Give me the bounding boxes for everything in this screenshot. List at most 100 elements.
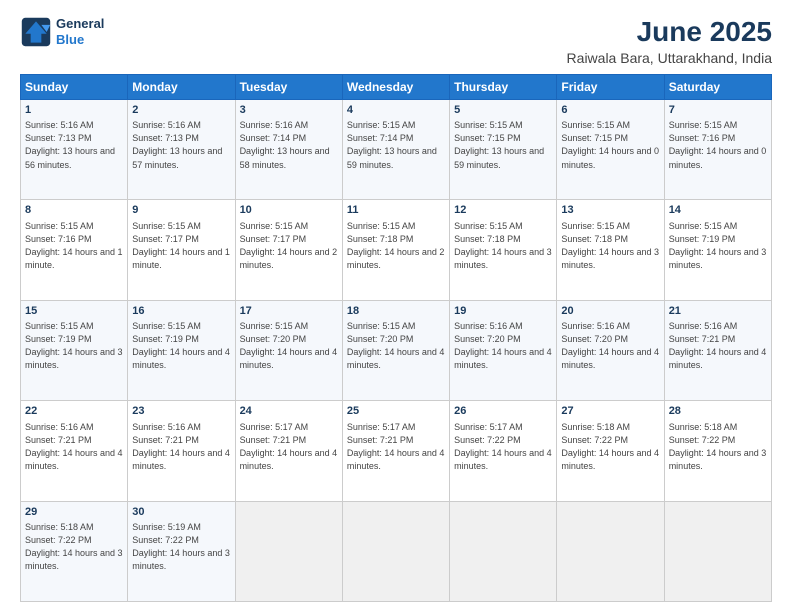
logo: General Blue — [20, 16, 104, 48]
day-cell: 11Sunrise: 5:15 AMSunset: 7:18 PMDayligh… — [342, 200, 449, 300]
column-header-tuesday: Tuesday — [235, 75, 342, 100]
day-number: 16 — [132, 304, 230, 319]
day-number: 28 — [669, 404, 767, 419]
day-cell: 5Sunrise: 5:15 AMSunset: 7:15 PMDaylight… — [450, 100, 557, 200]
day-info: Sunrise: 5:15 AMSunset: 7:20 PMDaylight:… — [347, 320, 445, 372]
column-header-saturday: Saturday — [664, 75, 771, 100]
day-cell: 29Sunrise: 5:18 AMSunset: 7:22 PMDayligh… — [21, 501, 128, 601]
column-header-thursday: Thursday — [450, 75, 557, 100]
day-cell: 6Sunrise: 5:15 AMSunset: 7:15 PMDaylight… — [557, 100, 664, 200]
day-number: 29 — [25, 505, 123, 520]
calendar-header-row: SundayMondayTuesdayWednesdayThursdayFrid… — [21, 75, 772, 100]
day-number: 19 — [454, 304, 552, 319]
column-header-sunday: Sunday — [21, 75, 128, 100]
day-info: Sunrise: 5:15 AMSunset: 7:18 PMDaylight:… — [347, 220, 445, 272]
week-row-2: 15Sunrise: 5:15 AMSunset: 7:19 PMDayligh… — [21, 300, 772, 400]
day-cell: 17Sunrise: 5:15 AMSunset: 7:20 PMDayligh… — [235, 300, 342, 400]
day-info: Sunrise: 5:15 AMSunset: 7:17 PMDaylight:… — [132, 220, 230, 272]
day-number: 17 — [240, 304, 338, 319]
day-number: 25 — [347, 404, 445, 419]
day-number: 30 — [132, 505, 230, 520]
day-info: Sunrise: 5:16 AMSunset: 7:13 PMDaylight:… — [25, 119, 123, 171]
day-number: 14 — [669, 203, 767, 218]
day-cell: 4Sunrise: 5:15 AMSunset: 7:14 PMDaylight… — [342, 100, 449, 200]
day-number: 5 — [454, 103, 552, 118]
day-info: Sunrise: 5:15 AMSunset: 7:19 PMDaylight:… — [669, 220, 767, 272]
day-number: 21 — [669, 304, 767, 319]
day-info: Sunrise: 5:15 AMSunset: 7:16 PMDaylight:… — [669, 119, 767, 171]
day-info: Sunrise: 5:15 AMSunset: 7:17 PMDaylight:… — [240, 220, 338, 272]
day-number: 4 — [347, 103, 445, 118]
day-number: 3 — [240, 103, 338, 118]
day-info: Sunrise: 5:16 AMSunset: 7:21 PMDaylight:… — [669, 320, 767, 372]
day-info: Sunrise: 5:18 AMSunset: 7:22 PMDaylight:… — [25, 521, 123, 573]
column-header-monday: Monday — [128, 75, 235, 100]
day-cell: 3Sunrise: 5:16 AMSunset: 7:14 PMDaylight… — [235, 100, 342, 200]
day-number: 2 — [132, 103, 230, 118]
day-cell: 23Sunrise: 5:16 AMSunset: 7:21 PMDayligh… — [128, 401, 235, 501]
day-info: Sunrise: 5:16 AMSunset: 7:20 PMDaylight:… — [561, 320, 659, 372]
day-cell: 24Sunrise: 5:17 AMSunset: 7:21 PMDayligh… — [235, 401, 342, 501]
day-cell: 26 Sunrise: 5:17 AMSunset: 7:22 PMDayligh… — [450, 401, 557, 501]
day-cell: 15Sunrise: 5:15 AMSunset: 7:19 PMDayligh… — [21, 300, 128, 400]
week-row-1: 8Sunrise: 5:15 AMSunset: 7:16 PMDaylight… — [21, 200, 772, 300]
column-header-friday: Friday — [557, 75, 664, 100]
day-number: 24 — [240, 404, 338, 419]
calendar-table: SundayMondayTuesdayWednesdayThursdayFrid… — [20, 74, 772, 602]
location: Raiwala Bara, Uttarakhand, India — [567, 50, 772, 66]
day-info: Sunrise: 5:17 AMSunset: 7:21 PMDaylight:… — [347, 421, 445, 473]
day-info: Sunrise: 5:16 AMSunset: 7:13 PMDaylight:… — [132, 119, 230, 171]
day-number: 7 — [669, 103, 767, 118]
day-number: 27 — [561, 404, 659, 419]
day-cell: 22 Sunrise: 5:16 AMSunset: 7:21 PMDayligh… — [21, 401, 128, 501]
day-cell — [342, 501, 449, 601]
day-cell — [557, 501, 664, 601]
day-number: 18 — [347, 304, 445, 319]
day-number: 20 — [561, 304, 659, 319]
title-block: June 2025 Raiwala Bara, Uttarakhand, Ind… — [567, 16, 772, 66]
logo-text: General Blue — [56, 16, 104, 47]
week-row-3: 22 Sunrise: 5:16 AMSunset: 7:21 PMDayligh… — [21, 401, 772, 501]
day-cell: 21Sunrise: 5:16 AMSunset: 7:21 PMDayligh… — [664, 300, 771, 400]
day-info: Sunrise: 5:16 AMSunset: 7:20 PMDaylight:… — [454, 320, 552, 372]
day-cell — [450, 501, 557, 601]
day-cell: 19Sunrise: 5:16 AMSunset: 7:20 PMDayligh… — [450, 300, 557, 400]
logo-line2: Blue — [56, 32, 104, 48]
day-cell — [235, 501, 342, 601]
day-number: 9 — [132, 203, 230, 218]
day-number: 26 — [454, 404, 552, 419]
day-info: Sunrise: 5:15 AMSunset: 7:19 PMDaylight:… — [25, 320, 123, 372]
month-title: June 2025 — [567, 16, 772, 48]
day-cell: 16Sunrise: 5:15 AMSunset: 7:19 PMDayligh… — [128, 300, 235, 400]
day-cell — [664, 501, 771, 601]
week-row-4: 29Sunrise: 5:18 AMSunset: 7:22 PMDayligh… — [21, 501, 772, 601]
day-info: Sunrise: 5:15 AMSunset: 7:15 PMDaylight:… — [454, 119, 552, 171]
day-info: Sunrise: 5:16 AMSunset: 7:14 PMDaylight:… — [240, 119, 338, 171]
day-number: 6 — [561, 103, 659, 118]
day-number: 10 — [240, 203, 338, 218]
day-cell: 7Sunrise: 5:15 AMSunset: 7:16 PMDaylight… — [664, 100, 771, 200]
day-cell: 12Sunrise: 5:15 AMSunset: 7:18 PMDayligh… — [450, 200, 557, 300]
day-info: Sunrise: 5:16 AMSunset: 7:21 PMDaylight:… — [25, 421, 123, 473]
day-number: 15 — [25, 304, 123, 319]
day-cell: 18Sunrise: 5:15 AMSunset: 7:20 PMDayligh… — [342, 300, 449, 400]
logo-line1: General — [56, 16, 104, 32]
day-cell: 27Sunrise: 5:18 AMSunset: 7:22 PMDayligh… — [557, 401, 664, 501]
day-info: Sunrise: 5:15 AMSunset: 7:19 PMDaylight:… — [132, 320, 230, 372]
day-cell: 13Sunrise: 5:15 AMSunset: 7:18 PMDayligh… — [557, 200, 664, 300]
header: General Blue June 2025 Raiwala Bara, Utt… — [20, 16, 772, 66]
day-cell: 20Sunrise: 5:16 AMSunset: 7:20 PMDayligh… — [557, 300, 664, 400]
day-cell: 1Sunrise: 5:16 AMSunset: 7:13 PMDaylight… — [21, 100, 128, 200]
page: General Blue June 2025 Raiwala Bara, Utt… — [0, 0, 792, 612]
day-cell: 10 Sunrise: 5:15 AMSunset: 7:17 PMDayligh… — [235, 200, 342, 300]
day-info: Sunrise: 5:18 AMSunset: 7:22 PMDaylight:… — [669, 421, 767, 473]
day-info: Sunrise: 5:19 AMSunset: 7:22 PMDaylight:… — [132, 521, 230, 573]
day-number: 22 — [25, 404, 123, 419]
day-info: Sunrise: 5:15 AMSunset: 7:20 PMDaylight:… — [240, 320, 338, 372]
day-info: Sunrise: 5:15 AMSunset: 7:14 PMDaylight:… — [347, 119, 445, 171]
day-cell: 25 Sunrise: 5:17 AMSunset: 7:21 PMDayligh… — [342, 401, 449, 501]
day-cell: 2Sunrise: 5:16 AMSunset: 7:13 PMDaylight… — [128, 100, 235, 200]
day-info: Sunrise: 5:17 AMSunset: 7:22 PMDaylight:… — [454, 421, 552, 473]
day-cell: 30Sunrise: 5:19 AMSunset: 7:22 PMDayligh… — [128, 501, 235, 601]
day-number: 13 — [561, 203, 659, 218]
